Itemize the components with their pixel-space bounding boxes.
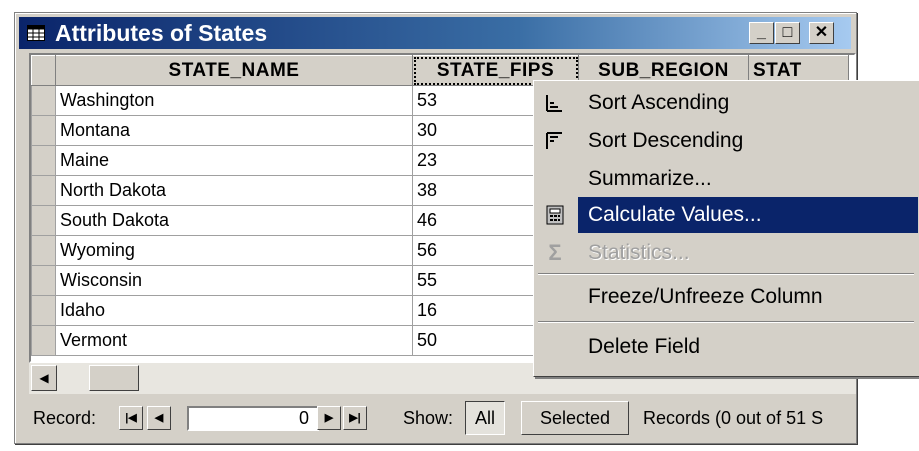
menu-item-calculate-values[interactable]: Calculate Values... [536, 197, 918, 233]
title-bar[interactable]: Attributes of States _ □ ✕ [19, 17, 851, 49]
record-number-input[interactable]: 0 [187, 406, 319, 431]
row-selector[interactable] [31, 235, 56, 266]
calculator-icon [546, 205, 564, 225]
column-header-state-name[interactable]: STATE_NAME [55, 55, 413, 86]
show-label: Show: [403, 408, 454, 428]
cell-state-name[interactable]: Montana [55, 115, 413, 146]
previous-record-icon[interactable]: ◀ [147, 406, 171, 430]
row-selector[interactable] [31, 295, 56, 326]
menu-item-label: Statistics... [588, 241, 690, 264]
cell-state-name[interactable]: Wisconsin [55, 265, 413, 296]
show-selected-button[interactable]: Selected [521, 401, 629, 435]
menu-item-label: Summarize... [588, 167, 712, 190]
scroll-left-icon[interactable]: ◀ [31, 365, 57, 391]
cell-state-name[interactable]: Wyoming [55, 235, 413, 266]
menu-item-statistics: Σ Statistics... [536, 235, 918, 271]
menu-separator [538, 321, 914, 323]
scroll-thumb[interactable] [89, 365, 139, 391]
sigma-icon: Σ [548, 240, 562, 265]
menu-item-delete-field[interactable]: Delete Field [536, 329, 918, 365]
menu-item-label: Calculate Values... [578, 197, 918, 233]
record-label: Record: [33, 408, 97, 428]
menu-item-label: Delete Field [588, 335, 701, 358]
row-selector-header[interactable] [31, 55, 56, 86]
minimize-button[interactable]: _ [749, 22, 774, 44]
window-title: Attributes of States [55, 20, 268, 46]
cell-state-name[interactable]: Maine [55, 145, 413, 176]
row-selector[interactable] [31, 265, 56, 296]
menu-item-sort-descending[interactable]: Sort Descending [536, 123, 918, 159]
menu-item-summarize[interactable]: Summarize... [536, 161, 918, 197]
cell-state-name[interactable]: Washington [55, 85, 413, 116]
menu-separator [538, 273, 914, 275]
last-record-icon[interactable]: ▶| [343, 406, 367, 430]
row-selector[interactable] [31, 85, 56, 116]
menu-item-label: Sort Descending [588, 129, 744, 152]
row-selector[interactable] [31, 145, 56, 176]
cell-state-name[interactable]: North Dakota [55, 175, 413, 206]
row-selector[interactable] [31, 205, 56, 236]
table-icon [27, 25, 45, 41]
show-all-button[interactable]: All [465, 401, 505, 435]
row-selector[interactable] [31, 175, 56, 206]
menu-item-sort-ascending[interactable]: Sort Ascending [536, 85, 918, 121]
cell-state-name[interactable]: Idaho [55, 295, 413, 326]
menu-item-freeze-column[interactable]: Freeze/Unfreeze Column [536, 279, 918, 315]
sort-descending-icon [546, 132, 562, 149]
column-context-menu: Sort Ascending Sort Descending Summarize… [533, 80, 919, 377]
row-selector[interactable] [31, 115, 56, 146]
menu-item-label: Sort Ascending [588, 91, 730, 114]
status-bar: Record: |◀ ◀ 0 ▶ ▶| Show: All Selected R… [19, 397, 851, 439]
records-count-text: Records (0 out of 51 S [643, 408, 824, 428]
next-record-icon[interactable]: ▶ [317, 406, 341, 430]
maximize-button[interactable]: □ [775, 22, 800, 44]
row-selector[interactable] [31, 325, 56, 356]
close-button[interactable]: ✕ [809, 22, 834, 44]
sort-ascending-icon [546, 95, 562, 112]
cell-state-name[interactable]: Vermont [55, 325, 413, 356]
cell-state-name[interactable]: South Dakota [55, 205, 413, 236]
menu-item-label: Freeze/Unfreeze Column [588, 285, 823, 308]
first-record-icon[interactable]: |◀ [119, 406, 143, 430]
